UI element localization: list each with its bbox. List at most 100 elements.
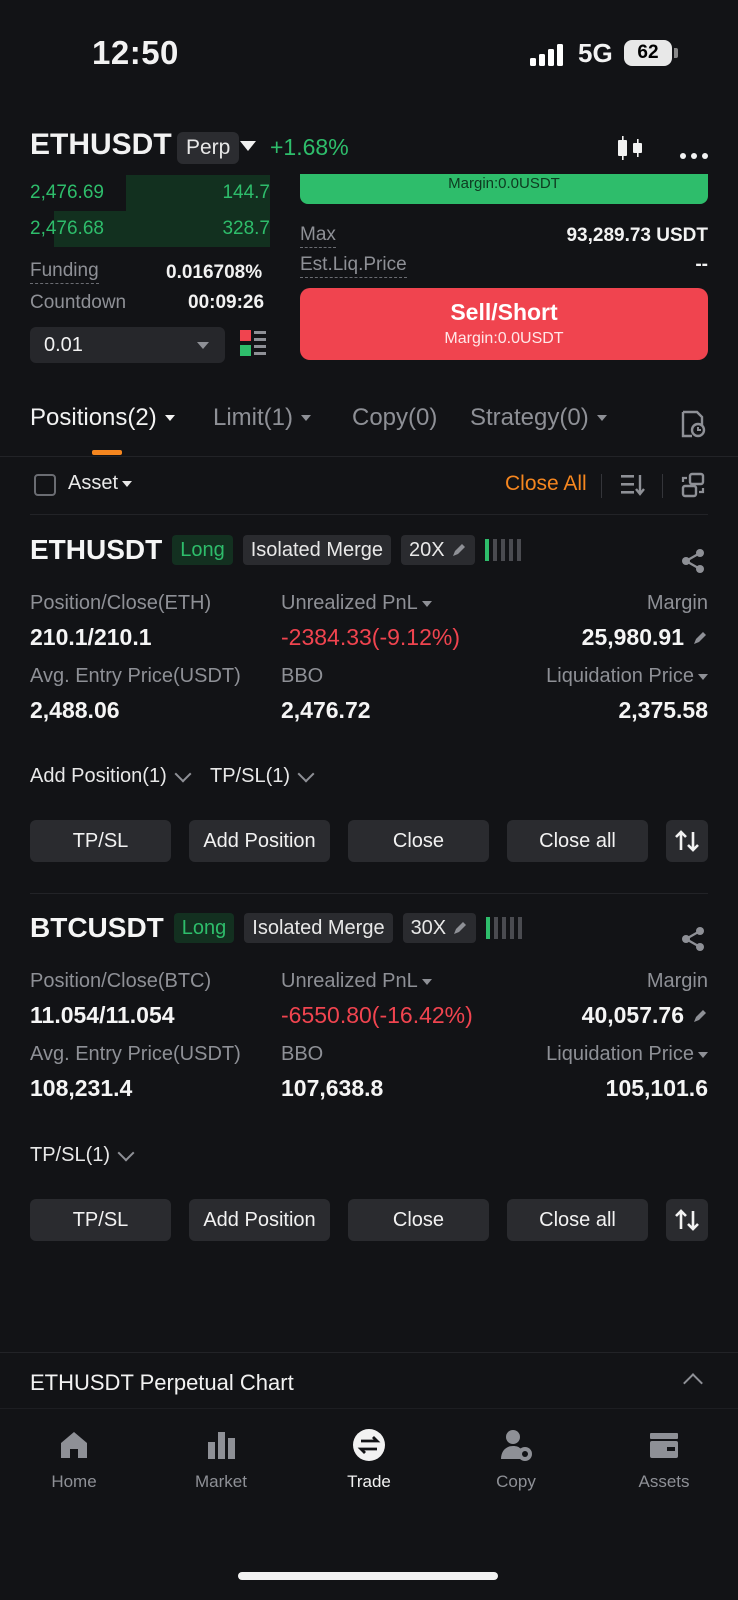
close-all-position-button[interactable]: Close all (507, 1199, 648, 1241)
add-position-button[interactable]: Add Position (189, 820, 330, 862)
nav-label: Copy (496, 1472, 536, 1491)
reverse-position-button[interactable] (666, 820, 708, 862)
margin-value: 40,057.76 (581, 1002, 684, 1028)
leverage-badge[interactable]: 30X (402, 913, 477, 943)
tab-label: Copy(0) (352, 404, 438, 431)
margin-mode-badge[interactable]: Isolated Merge (244, 913, 393, 943)
liq-label-text: Liquidation Price (546, 1043, 694, 1065)
pnl-label[interactable]: Unrealized PnL (281, 592, 432, 615)
home-indicator[interactable] (238, 1572, 498, 1580)
chevron-down-icon (117, 1144, 135, 1161)
buy-margin: Margin:0.0USDT (448, 175, 560, 192)
share-icon[interactable] (680, 926, 706, 952)
funding-label[interactable]: Funding (30, 260, 99, 284)
bid-qty: 144.7 (222, 182, 270, 203)
margin-value-group[interactable]: 25,980.91 (582, 624, 708, 651)
quantity-select[interactable]: 0.01 (30, 327, 225, 363)
entry-price-label: Avg. Entry Price(USDT) (30, 1043, 241, 1065)
divider (601, 474, 602, 498)
expander-label: Add Position(1) (30, 765, 167, 787)
position-header: BTCUSDT Long Isolated Merge 30X (30, 912, 528, 944)
order-history-icon[interactable] (680, 410, 706, 438)
nav-trade[interactable]: Trade (314, 1428, 424, 1492)
liq-price-label[interactable]: Liquidation Price (546, 1043, 708, 1066)
sort-icon[interactable] (620, 472, 646, 498)
divider (662, 474, 663, 498)
close-all-position-button[interactable]: Close all (507, 820, 648, 862)
buy-long-button[interactable]: Margin:0.0USDT (300, 174, 708, 204)
select-all-checkbox[interactable] (34, 474, 56, 496)
bbo-value: 2,476.72 (281, 697, 371, 723)
tab-positions[interactable]: Positions(2) (30, 404, 175, 432)
orderbook-layout-icon[interactable] (240, 330, 268, 358)
chevron-down-icon (197, 342, 209, 349)
tab-copy[interactable]: Copy(0) (352, 404, 437, 432)
symbol-dropdown-icon[interactable] (240, 141, 256, 151)
candlestick-chart-icon[interactable] (618, 134, 646, 162)
max-label[interactable]: Max (300, 224, 336, 248)
reverse-position-button[interactable] (666, 1199, 708, 1241)
nav-home[interactable]: Home (19, 1428, 129, 1492)
tpsl-expander[interactable]: TP/SL(1) (210, 765, 315, 788)
nav-assets[interactable]: Assets (609, 1428, 719, 1492)
close-all-button[interactable]: Close All (505, 472, 587, 496)
tab-strategy[interactable]: Strategy(0) (470, 404, 607, 432)
orderbook-row[interactable]: 2,476.68 328.7 (30, 211, 270, 247)
tpsl-button[interactable]: TP/SL (30, 1199, 171, 1241)
contract-type-badge: Perp (177, 132, 240, 164)
nav-label: Assets (638, 1472, 690, 1491)
margin-value-group[interactable]: 40,057.76 (582, 1002, 708, 1029)
nav-copy[interactable]: Copy (461, 1428, 571, 1492)
entry-price-label: Avg. Entry Price(USDT) (30, 665, 241, 687)
add-position-expander[interactable]: Add Position(1) (30, 765, 192, 788)
pnl-label[interactable]: Unrealized PnL (281, 970, 432, 993)
caret-down-icon (164, 415, 175, 421)
liq-price-value: 2,375.58 (618, 697, 708, 723)
sell-short-button[interactable]: Sell/Short Margin:0.0USDT (300, 288, 708, 360)
tab-label: Strategy(0) (470, 404, 589, 431)
leverage-badge[interactable]: 20X (401, 535, 475, 565)
trade-icon (352, 1428, 386, 1462)
tpsl-button[interactable]: TP/SL (30, 820, 171, 862)
tpsl-expander[interactable]: TP/SL(1) (30, 1144, 135, 1167)
expander-label: TP/SL(1) (30, 1144, 111, 1166)
bid-qty: 328.7 (222, 218, 270, 239)
close-button[interactable]: Close (348, 1199, 489, 1241)
caret-down-icon (301, 415, 312, 421)
caret-down-icon (698, 1051, 708, 1058)
chevron-down-icon (174, 765, 192, 782)
position-symbol[interactable]: ETHUSDT (30, 534, 162, 566)
quantity-value: 0.01 (44, 334, 83, 356)
add-position-button[interactable]: Add Position (189, 1199, 330, 1241)
liq-price-label[interactable]: Liquidation Price (546, 665, 708, 688)
position-value: 210.1/210.1 (30, 624, 152, 650)
bbo-value: 107,638.8 (281, 1075, 384, 1101)
liq-price-value: 105,101.6 (605, 1075, 708, 1101)
side-badge: Long (173, 913, 235, 943)
entry-price-value: 2,488.06 (30, 697, 120, 723)
nav-market[interactable]: Market (166, 1428, 276, 1492)
est-liq-value: -- (695, 254, 708, 275)
est-liq-label[interactable]: Est.Liq.Price (300, 254, 407, 278)
position-symbol[interactable]: BTCUSDT (30, 912, 164, 944)
tab-label: Limit(1) (213, 404, 294, 431)
layout-switch-icon[interactable] (680, 472, 706, 498)
bbo-label: BBO (281, 665, 324, 687)
caret-down-icon (421, 978, 432, 985)
position-label: Position/Close(ETH) (30, 592, 212, 614)
tab-limit[interactable]: Limit(1) (213, 404, 312, 432)
asset-filter-label: Asset (68, 472, 119, 494)
close-button[interactable]: Close (348, 820, 489, 862)
sell-short-label: Sell/Short (450, 299, 558, 325)
margin-mode-badge[interactable]: Isolated Merge (242, 535, 392, 565)
more-options-icon[interactable] (680, 146, 708, 159)
share-icon[interactable] (680, 548, 706, 574)
symbol-title[interactable]: ETHUSDT (30, 128, 172, 162)
price-change: +1.68% (270, 134, 349, 160)
orderbook-row[interactable]: 2,476.69 144.7 (30, 175, 270, 211)
divider (30, 514, 708, 515)
swap-icon (675, 830, 699, 852)
tab-label: Positions(2) (30, 404, 157, 431)
asset-filter[interactable]: Asset (68, 472, 133, 495)
wallet-icon (647, 1428, 681, 1462)
